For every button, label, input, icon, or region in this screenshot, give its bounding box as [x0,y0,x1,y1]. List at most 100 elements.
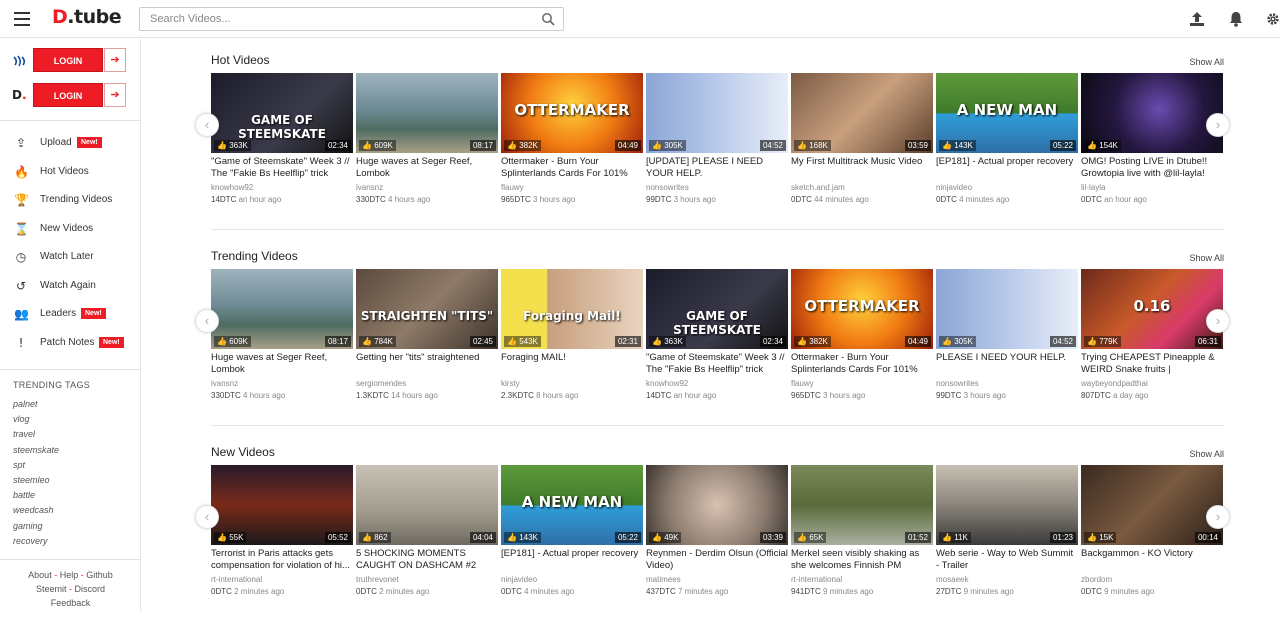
video-title[interactable]: [EP181] - Actual proper recovery [936,156,1078,180]
video-thumbnail[interactable]: A NEW MAN 👍 143K 05:22 [936,73,1078,153]
video-card[interactable]: 0.16 👍 779K 06:31 Trying CHEAPEST Pineapple… [1081,269,1223,419]
video-author[interactable]: flauwy [791,379,814,388]
video-card[interactable]: 👍 862 04:04 5 SHOCKING MOMENTS CAUGHT ON D… [356,465,498,615]
trending-tag[interactable]: steemskate [13,445,59,455]
video-title[interactable]: OMG! Posting LIVE in Dtube!! Growtopia l… [1081,156,1223,180]
help-link[interactable]: Help [60,570,79,580]
video-title[interactable]: Web serie - Way to Web Summit - Trailer [936,548,1078,572]
video-thumbnail[interactable]: Foraging Mail! 👍 543K 02:31 [501,269,643,349]
video-card[interactable]: A NEW MAN 👍 143K 05:22 [EP181] - Actual pro… [936,73,1078,223]
menu-icon[interactable] [14,12,30,26]
video-card[interactable]: A NEW MAN 👍 143K 05:22 [EP181] - Actual pro… [501,465,643,615]
video-thumbnail[interactable]: 👍 49K 03:39 [646,465,788,545]
video-author[interactable]: ninjavideo [936,183,972,192]
steemit-link[interactable]: Steemit [36,584,67,594]
video-thumbnail[interactable]: 👍 15K 00:14 [1081,465,1223,545]
video-thumbnail[interactable]: OTTERMAKER 👍 382K 04:49 [791,269,933,349]
sidebar-item-watch-later[interactable]: ◷ Watch Later [0,247,141,267]
video-thumbnail[interactable]: 👍 862 04:04 [356,465,498,545]
discord-link[interactable]: Discord [75,584,106,594]
carousel-next-arrow[interactable]: › [1206,113,1230,137]
video-author[interactable]: matimees [646,575,681,584]
video-thumbnail[interactable]: OTTERMAKER 👍 382K 04:49 [501,73,643,153]
video-card[interactable]: 👍 65K 01:52 Merkel seen visibly shaking as… [791,465,933,615]
trending-tag[interactable]: gaming [13,521,43,531]
video-card[interactable]: STRAIGHTEN "TITS" 👍 784K 02:45 Getting her … [356,269,498,419]
video-author[interactable]: rt-international [211,575,262,584]
sidebar-item-hot-videos[interactable]: 🔥 Hot Videos [0,162,141,182]
video-thumbnail[interactable]: A NEW MAN 👍 143K 05:22 [501,465,643,545]
login-button-dtube[interactable]: LOGIN [33,83,103,107]
github-link[interactable]: Github [86,570,113,580]
video-card[interactable]: OTTERMAKER 👍 382K 04:49 Ottermaker - Burn Y… [791,269,933,419]
video-card[interactable]: 👍 55K 05:52 Terrorist in Paris attacks get… [211,465,353,615]
video-title[interactable]: 5 SHOCKING MOMENTS CAUGHT ON DASHCAM #2 [356,548,498,572]
video-card[interactable]: GAME OF STEEMSKATE 👍 363K 02:34 "Game of St… [646,269,788,419]
video-title[interactable]: Reynmen - Derdim Olsun (Official Video) [646,548,788,572]
sidebar-item-trending-videos[interactable]: 🏆 Trending Videos [0,190,141,210]
sidebar-item-leaders[interactable]: 👥 Leaders New! [0,304,141,324]
video-card[interactable]: 👍 305K 04:52 PLEASE I NEED YOUR HELP. nonso… [936,269,1078,419]
video-thumbnail[interactable]: 👍 168K 03:59 [791,73,933,153]
trending-tag[interactable]: palnet [13,399,38,409]
bell-icon[interactable] [1228,10,1244,28]
video-card[interactable]: Foraging Mail! 👍 543K 02:31 Foraging MAIL! k… [501,269,643,419]
video-title[interactable]: Terrorist in Paris attacks gets compensa… [211,548,353,572]
sidebar-item-watch-again[interactable]: ↺ Watch Again [0,276,141,296]
video-author[interactable]: waybeyondpadthai [1081,379,1148,388]
trending-tag[interactable]: vlog [13,414,30,424]
video-card[interactable]: 👍 168K 03:59 My First Multitrack Music Vid… [791,73,933,223]
video-title[interactable]: Huge waves at Seger Reef, Lombok [356,156,498,180]
video-thumbnail[interactable]: 0.16 👍 779K 06:31 [1081,269,1223,349]
video-thumbnail[interactable]: 👍 305K 04:52 [936,269,1078,349]
trending-tag[interactable]: battle [13,490,35,500]
carousel-next-arrow[interactable]: › [1206,309,1230,333]
video-thumbnail[interactable]: 👍 609K 08:17 [211,269,353,349]
video-thumbnail[interactable]: STRAIGHTEN "TITS" 👍 784K 02:45 [356,269,498,349]
video-card[interactable]: 👍 49K 03:39 Reynmen - Derdim Olsun (Offici… [646,465,788,615]
trending-tag[interactable]: spt [13,460,25,470]
video-thumbnail[interactable]: 👍 154K [1081,73,1223,153]
sign-in-icon[interactable]: ➔ [104,83,126,107]
about-link[interactable]: About [28,570,52,580]
video-card[interactable]: 👍 154K OMG! Posting LIVE in Dtube!! Growt… [1081,73,1223,223]
video-author[interactable]: ivansnz [211,379,238,388]
upload-icon[interactable] [1188,10,1206,28]
video-title[interactable]: "Game of Steemskate" Week 3 // The "Faki… [646,352,788,376]
video-title[interactable]: Foraging MAIL! [501,352,643,376]
dtube-logo[interactable]: D.tube [52,6,122,28]
video-card[interactable]: 👍 15K 00:14 Backgammon - KO Victory zbordom… [1081,465,1223,615]
video-title[interactable]: Ottermaker - Burn Your Splinterlands Car… [791,352,933,376]
sidebar-item-upload[interactable]: ⇪ Upload New! [0,133,141,153]
video-card[interactable]: 👍 609K 08:17 Huge waves at Seger Reef, Lom… [356,73,498,223]
login-button-steem[interactable]: LOGIN [33,48,103,72]
video-author[interactable]: knowhow92 [211,183,253,192]
video-author[interactable]: nonsowrites [936,379,979,388]
show-all-link[interactable]: Show All [1189,449,1224,459]
carousel-prev-arrow[interactable]: ‹ [195,309,219,333]
carousel-prev-arrow[interactable]: ‹ [195,505,219,529]
video-title[interactable]: PLEASE I NEED YOUR HELP. [936,352,1078,376]
video-author[interactable]: lil-layla [1081,183,1105,192]
show-all-link[interactable]: Show All [1189,57,1224,67]
video-thumbnail[interactable]: 👍 65K 01:52 [791,465,933,545]
video-card[interactable]: GAME OF STEEMSKATE 👍 363K 02:34 "Game of St… [211,73,353,223]
video-author[interactable]: ninjavideo [501,575,537,584]
trending-tag[interactable]: weedcash [13,505,54,515]
video-title[interactable]: My First Multitrack Music Video [791,156,933,180]
video-thumbnail[interactable]: GAME OF STEEMSKATE 👍 363K 02:34 [646,269,788,349]
sidebar-item-new-videos[interactable]: ⌛ New Videos [0,219,141,239]
video-thumbnail[interactable]: 👍 55K 05:52 [211,465,353,545]
video-card[interactable]: 👍 11K 01:23 Web serie - Way to Web Summit … [936,465,1078,615]
video-thumbnail[interactable]: 👍 11K 01:23 [936,465,1078,545]
video-author[interactable]: nonsowrites [646,183,689,192]
video-author[interactable]: rt-international [791,575,842,584]
video-title[interactable]: Trying CHEAPEST Pineapple & WEIRD Snake … [1081,352,1223,376]
video-author[interactable]: sketch.and.jam [791,183,845,192]
video-author[interactable]: truthrevonet [356,575,399,584]
trending-tag[interactable]: recovery [13,536,48,546]
search-icon[interactable] [541,12,555,26]
video-thumbnail[interactable]: 👍 305K 04:52 [646,73,788,153]
sign-in-icon[interactable]: ➔ [104,48,126,72]
video-card[interactable]: OTTERMAKER 👍 382K 04:49 Ottermaker - Burn Y… [501,73,643,223]
